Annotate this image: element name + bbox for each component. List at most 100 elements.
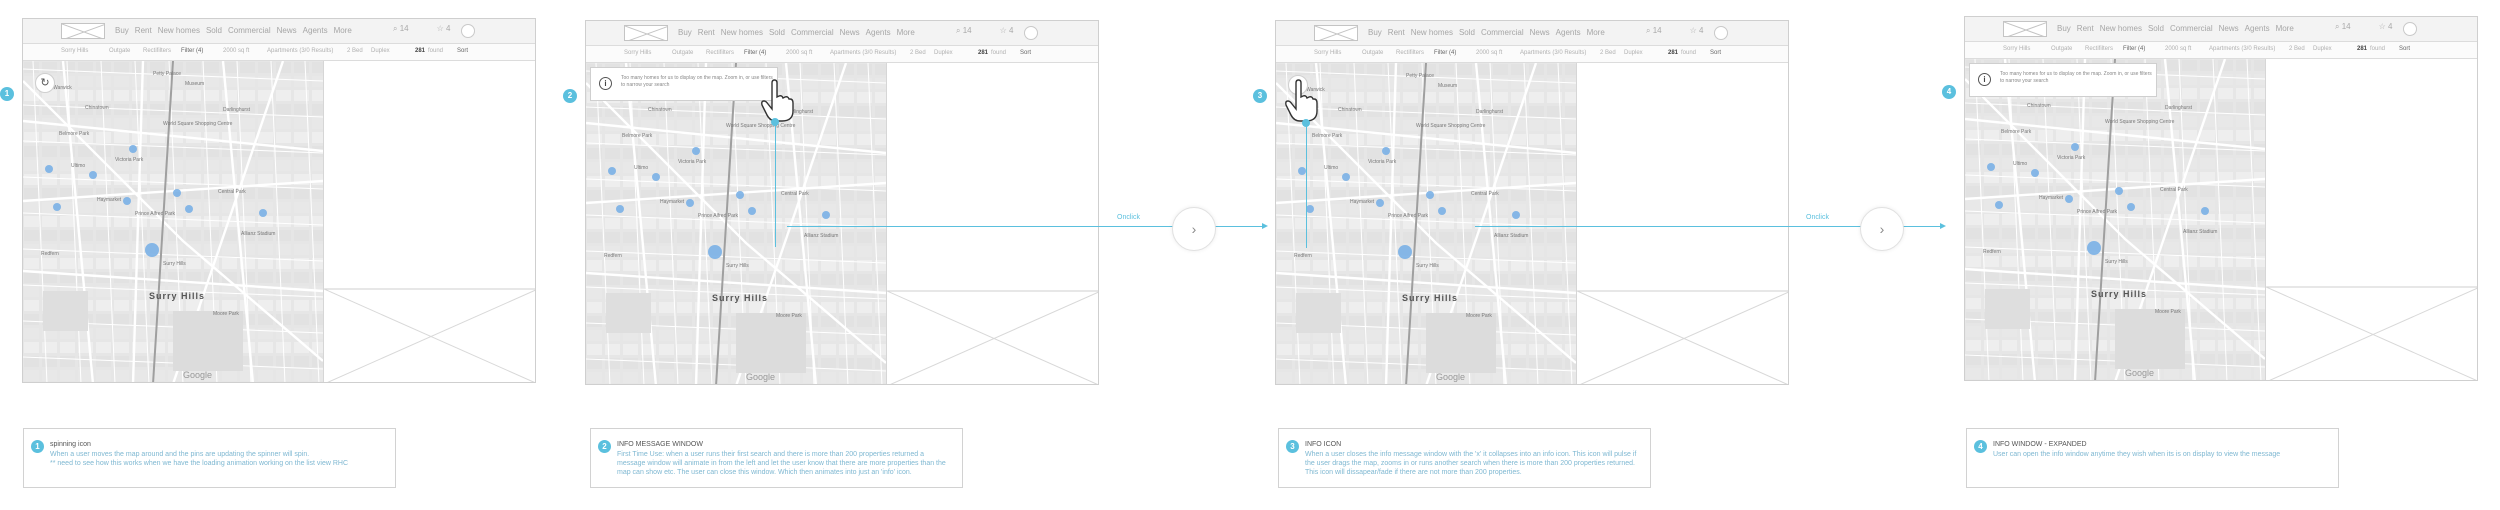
- nav-item[interactable]: Rent: [2077, 24, 2094, 33]
- filter-chip[interactable]: Sorry Hills: [624, 50, 651, 56]
- info-message-window[interactable]: i Too many homes for us to display on the…: [590, 67, 778, 101]
- logo-placeholder[interactable]: [1314, 25, 1358, 41]
- nav-item[interactable]: Rent: [698, 28, 715, 37]
- map-pin[interactable]: [1438, 207, 1446, 215]
- nav-item[interactable]: Buy: [115, 26, 129, 35]
- filter-chip[interactable]: Apartments (3/0 Results): [830, 50, 896, 56]
- avatar[interactable]: [2403, 22, 2417, 36]
- filter-chip[interactable]: Apartments (3/0 Results): [267, 48, 333, 54]
- filter-chip[interactable]: 2 Bed: [2289, 46, 2305, 52]
- map-pin[interactable]: [89, 171, 97, 179]
- filter-chip[interactable]: Duplex: [934, 50, 953, 56]
- filter-chip[interactable]: Duplex: [1624, 50, 1643, 56]
- nav-item[interactable]: Sold: [206, 26, 222, 35]
- nav-item[interactable]: New homes: [158, 26, 200, 35]
- map-pin[interactable]: [686, 199, 694, 207]
- map-pin[interactable]: [1382, 147, 1390, 155]
- next-button-1[interactable]: ›: [1172, 207, 1216, 251]
- filter-chip[interactable]: Filter (4): [1434, 50, 1456, 56]
- map-pin[interactable]: [2115, 187, 2123, 195]
- filter-chip[interactable]: Outgate: [109, 48, 130, 54]
- map-view[interactable]: Petty PalaceWarwickChinatownWorld Square…: [23, 61, 323, 382]
- map-pin[interactable]: [1376, 199, 1384, 207]
- nav-item[interactable]: Sold: [769, 28, 785, 37]
- next-button-2[interactable]: ›: [1860, 207, 1904, 251]
- info-icon[interactable]: i: [1978, 73, 1991, 86]
- avatar[interactable]: [1024, 26, 1038, 40]
- nav-item[interactable]: Commercial: [2170, 24, 2213, 33]
- filter-chip[interactable]: Outgate: [2051, 46, 2072, 52]
- filter-chip[interactable]: 2000 sq ft: [1476, 50, 1502, 56]
- nav-item[interactable]: News: [2219, 24, 2239, 33]
- sort-dropdown[interactable]: Sort: [457, 48, 468, 54]
- filter-chip[interactable]: Rectifilters: [1396, 50, 1424, 56]
- map-pin[interactable]: [2127, 203, 2135, 211]
- filter-chip[interactable]: Sorry Hills: [61, 48, 88, 54]
- nav-item[interactable]: Commercial: [228, 26, 271, 35]
- nav-item[interactable]: Agents: [866, 28, 891, 37]
- map-pin[interactable]: [616, 205, 624, 213]
- avatar[interactable]: [1714, 26, 1728, 40]
- nav-item[interactable]: Buy: [2057, 24, 2071, 33]
- logo-placeholder[interactable]: [61, 23, 105, 39]
- map-pin[interactable]: [692, 147, 700, 155]
- search-icon[interactable]: ⌕ 14: [1646, 26, 1676, 35]
- map-pin[interactable]: [748, 207, 756, 215]
- map-pin[interactable]: [2087, 241, 2101, 255]
- sort-dropdown[interactable]: Sort: [1710, 50, 1721, 56]
- search-icon[interactable]: ⌕ 14: [393, 24, 423, 33]
- filter-chip[interactable]: Sorry Hills: [1314, 50, 1341, 56]
- map-pin[interactable]: [736, 191, 744, 199]
- nav-item[interactable]: New homes: [721, 28, 763, 37]
- avatar[interactable]: [461, 24, 475, 38]
- sort-dropdown[interactable]: Sort: [1020, 50, 1031, 56]
- nav-item[interactable]: News: [1530, 28, 1550, 37]
- nav-item[interactable]: More: [2276, 24, 2294, 33]
- filter-chip[interactable]: 2000 sq ft: [786, 50, 812, 56]
- info-icon[interactable]: i: [599, 77, 612, 90]
- map-pin[interactable]: [1306, 205, 1314, 213]
- map-view[interactable]: Petty PalaceWarwickChinatownWorld Square…: [586, 63, 886, 384]
- filter-chip[interactable]: Outgate: [672, 50, 693, 56]
- nav-item[interactable]: New homes: [1411, 28, 1453, 37]
- map-pin[interactable]: [1426, 191, 1434, 199]
- filter-chip[interactable]: Duplex: [371, 48, 390, 54]
- filter-chip[interactable]: 2000 sq ft: [2165, 46, 2191, 52]
- map-pin[interactable]: [129, 145, 137, 153]
- map-view[interactable]: Petty PalaceWarwickChinatownWorld Square…: [1276, 63, 1576, 384]
- filter-chip[interactable]: Filter (4): [181, 48, 203, 54]
- filter-chip[interactable]: Sorry Hills: [2003, 46, 2030, 52]
- map-pin[interactable]: [1512, 211, 1520, 219]
- map-pin[interactable]: [2065, 195, 2073, 203]
- map-pin[interactable]: [173, 189, 181, 197]
- map-pin[interactable]: [2031, 169, 2039, 177]
- map-pin[interactable]: [45, 165, 53, 173]
- filter-chip[interactable]: 2 Bed: [347, 48, 363, 54]
- map-pin[interactable]: [608, 167, 616, 175]
- filter-chip[interactable]: Duplex: [2313, 46, 2332, 52]
- filter-chip[interactable]: Outgate: [1362, 50, 1383, 56]
- map-pin[interactable]: [185, 205, 193, 213]
- map-pin[interactable]: [123, 197, 131, 205]
- filter-chip[interactable]: Filter (4): [2123, 46, 2145, 52]
- search-icon[interactable]: ⌕ 14: [956, 26, 986, 35]
- nav-item[interactable]: News: [277, 26, 297, 35]
- filter-chip[interactable]: 2 Bed: [910, 50, 926, 56]
- map-view[interactable]: Petty PalaceWarwickChinatownWorld Square…: [1965, 59, 2265, 380]
- nav-item[interactable]: Rent: [135, 26, 152, 35]
- sort-dropdown[interactable]: Sort: [2399, 46, 2410, 52]
- map-pin[interactable]: [259, 209, 267, 217]
- nav-item[interactable]: Agents: [303, 26, 328, 35]
- info-message-window[interactable]: i Too many homes for us to display on the…: [1969, 63, 2157, 97]
- refresh-spinner-icon[interactable]: ↻: [35, 73, 55, 93]
- map-pin[interactable]: [652, 173, 660, 181]
- filter-chip[interactable]: Apartments (3/0 Results): [1520, 50, 1586, 56]
- search-icon[interactable]: ⌕ 14: [2335, 22, 2365, 31]
- filter-chip[interactable]: Rectifilters: [143, 48, 171, 54]
- filter-chip[interactable]: Rectifilters: [2085, 46, 2113, 52]
- nav-item[interactable]: New homes: [2100, 24, 2142, 33]
- nav-item[interactable]: News: [840, 28, 860, 37]
- map-pin[interactable]: [1398, 245, 1412, 259]
- map-pin[interactable]: [145, 243, 159, 257]
- nav-item[interactable]: Agents: [1556, 28, 1581, 37]
